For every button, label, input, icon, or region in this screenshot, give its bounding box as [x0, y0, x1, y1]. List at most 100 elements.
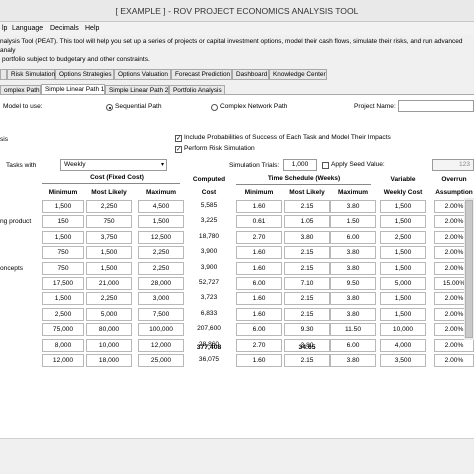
time-most-likely-cell[interactable]: 2.15 — [284, 292, 330, 306]
time-max-cell[interactable]: 6.00 — [330, 230, 376, 244]
cost-max-cell[interactable]: 7,500 — [138, 307, 184, 321]
cost-min-cell[interactable]: 1,500 — [42, 200, 84, 213]
description-line-2: portfolio subject to budgetary and other… — [2, 56, 150, 63]
time-most-likely-cell[interactable]: 2.15 — [284, 200, 330, 213]
time-max-cell[interactable]: 3.80 — [330, 292, 376, 306]
time-min-cell[interactable]: 1.60 — [236, 307, 282, 321]
variable-cost-cell[interactable]: 3,500 — [380, 354, 426, 367]
cost-min-cell[interactable]: 1,500 — [42, 230, 84, 244]
cost-most-likely-cell[interactable]: 5,000 — [86, 307, 132, 321]
include-prob-checkbox[interactable]: ✓ — [175, 135, 182, 142]
tab-options-strategies[interactable]: Options Strategies — [55, 69, 114, 80]
tab-options-valuation[interactable]: Options Valuation — [114, 69, 171, 80]
cost-most-likely-cell[interactable]: 3,750 — [86, 230, 132, 244]
time-most-likely-cell[interactable]: 2.15 — [284, 261, 330, 275]
time-min-cell[interactable]: 1.60 — [236, 292, 282, 306]
cost-most-likely-cell[interactable]: 80,000 — [86, 323, 132, 337]
variable-cost-cell[interactable]: 4,000 — [380, 338, 426, 352]
cost-max-cell[interactable]: 3,000 — [138, 292, 184, 306]
tab-partial[interactable] — [0, 69, 7, 80]
seed-checkbox[interactable] — [322, 162, 329, 169]
variable-cost-cell[interactable]: 10,000 — [380, 323, 426, 337]
cost-min-cell[interactable]: 12,000 — [42, 354, 84, 367]
cost-min-cell[interactable]: 8,000 — [42, 338, 84, 352]
variable-cost-cell[interactable]: 1,500 — [380, 307, 426, 321]
cost-min-cell[interactable]: 2,500 — [42, 307, 84, 321]
cost-most-likely-cell[interactable]: 18,000 — [86, 354, 132, 367]
scrollbar-thumb[interactable] — [465, 200, 473, 338]
time-min-cell[interactable]: 6.00 — [236, 323, 282, 337]
cost-most-likely-cell[interactable]: 1,500 — [86, 246, 132, 260]
menu-decimals[interactable]: Decimals — [50, 25, 79, 32]
time-min-cell[interactable]: 1.60 — [236, 246, 282, 260]
cost-most-likely-cell[interactable]: 2,250 — [86, 292, 132, 306]
time-most-likely-cell[interactable]: 3.80 — [284, 230, 330, 244]
variable-cost-cell[interactable]: 1,500 — [380, 292, 426, 306]
project-name-input[interactable] — [398, 100, 474, 112]
complex-path-radio[interactable] — [211, 104, 218, 111]
cost-max-cell[interactable]: 25,000 — [138, 354, 184, 367]
cost-max-cell[interactable]: 4,500 — [138, 200, 184, 213]
variable-cost-cell[interactable]: 2,500 — [380, 230, 426, 244]
cost-min-cell[interactable]: 750 — [42, 246, 84, 260]
perform-risk-checkbox[interactable]: ✓ — [175, 146, 182, 153]
time-most-likely-cell[interactable]: 1.05 — [284, 215, 330, 229]
cost-min-cell[interactable]: 1,500 — [42, 292, 84, 306]
time-min-cell[interactable]: 1.60 — [236, 354, 282, 367]
cost-max-cell[interactable]: 12,500 — [138, 230, 184, 244]
variable-cost-cell[interactable]: 1,500 — [380, 215, 426, 229]
tasks-period-select[interactable]: Weekly ▾ — [60, 159, 167, 171]
cost-most-likely-cell[interactable]: 1,500 — [86, 261, 132, 275]
variable-cost-cell[interactable]: 1,500 — [380, 246, 426, 260]
variable-cost-cell[interactable]: 1,500 — [380, 261, 426, 275]
time-min-cell[interactable]: 2.70 — [236, 230, 282, 244]
time-max-cell[interactable]: 3.80 — [330, 307, 376, 321]
time-min-cell[interactable]: 2.70 — [236, 338, 282, 352]
variable-cost-cell[interactable]: 1,500 — [380, 200, 426, 213]
tab-risk-simulation[interactable]: Risk Simulation — [7, 69, 55, 80]
cost-max-cell[interactable]: 2,250 — [138, 261, 184, 275]
time-min-cell[interactable]: 0.61 — [236, 215, 282, 229]
time-most-likely-cell[interactable]: 2.15 — [284, 307, 330, 321]
tab-knowledge-center[interactable]: Knowledge Center — [269, 69, 327, 80]
time-most-likely-cell[interactable]: 7.10 — [284, 277, 330, 290]
cost-most-likely-cell[interactable]: 750 — [86, 215, 132, 229]
cost-max-cell[interactable]: 28,000 — [138, 277, 184, 290]
time-max-cell[interactable]: 3.80 — [330, 261, 376, 275]
variable-cost-cell[interactable]: 5,000 — [380, 277, 426, 290]
cost-min-cell[interactable]: 17,500 — [42, 277, 84, 290]
menu-help-partial[interactable]: lp — [2, 25, 7, 32]
time-max-cell[interactable]: 3.80 — [330, 354, 376, 367]
time-max-cell[interactable]: 3.80 — [330, 200, 376, 213]
cost-most-likely-cell[interactable]: 21,000 — [86, 277, 132, 290]
time-max-cell[interactable]: 6.00 — [330, 338, 376, 352]
cost-most-likely-cell[interactable]: 2,250 — [86, 200, 132, 213]
cost-min-cell[interactable]: 750 — [42, 261, 84, 275]
time-min-cell[interactable]: 1.60 — [236, 261, 282, 275]
time-max-cell[interactable]: 11.50 — [330, 323, 376, 337]
time-most-likely-cell[interactable]: 2.15 — [284, 354, 330, 367]
time-min-cell[interactable]: 1.60 — [236, 200, 282, 213]
time-max-cell[interactable]: 3.80 — [330, 246, 376, 260]
sequential-path-radio[interactable] — [106, 104, 113, 111]
cost-max-cell[interactable]: 1,500 — [138, 215, 184, 229]
cost-min-cell[interactable]: 150 — [42, 215, 84, 229]
menu-help[interactable]: Help — [85, 25, 99, 32]
cost-max-cell[interactable]: 12,000 — [138, 338, 184, 352]
menu-language[interactable]: Language — [12, 25, 43, 32]
time-max-cell[interactable]: 9.50 — [330, 277, 376, 290]
cost-most-likely-cell[interactable]: 10,000 — [86, 338, 132, 352]
overrun-cell[interactable]: 2.00% — [434, 354, 474, 367]
time-most-likely-cell[interactable]: 9.30 — [284, 323, 330, 337]
cost-min-cell[interactable]: 75,000 — [42, 323, 84, 337]
cost-max-cell[interactable]: 2,250 — [138, 246, 184, 260]
time-max-cell[interactable]: 1.50 — [330, 215, 376, 229]
tab-dashboard[interactable]: Dashboard — [232, 69, 269, 80]
overrun-cell[interactable]: 2.00% — [434, 338, 474, 352]
seed-input[interactable]: 123 — [432, 159, 474, 171]
simulation-trials-input[interactable]: 1,000 — [283, 159, 317, 171]
cost-max-cell[interactable]: 100,000 — [138, 323, 184, 337]
time-most-likely-cell[interactable]: 2.15 — [284, 246, 330, 260]
tab-forecast-prediction[interactable]: Forecast Prediction — [171, 69, 232, 80]
time-min-cell[interactable]: 6.00 — [236, 277, 282, 290]
